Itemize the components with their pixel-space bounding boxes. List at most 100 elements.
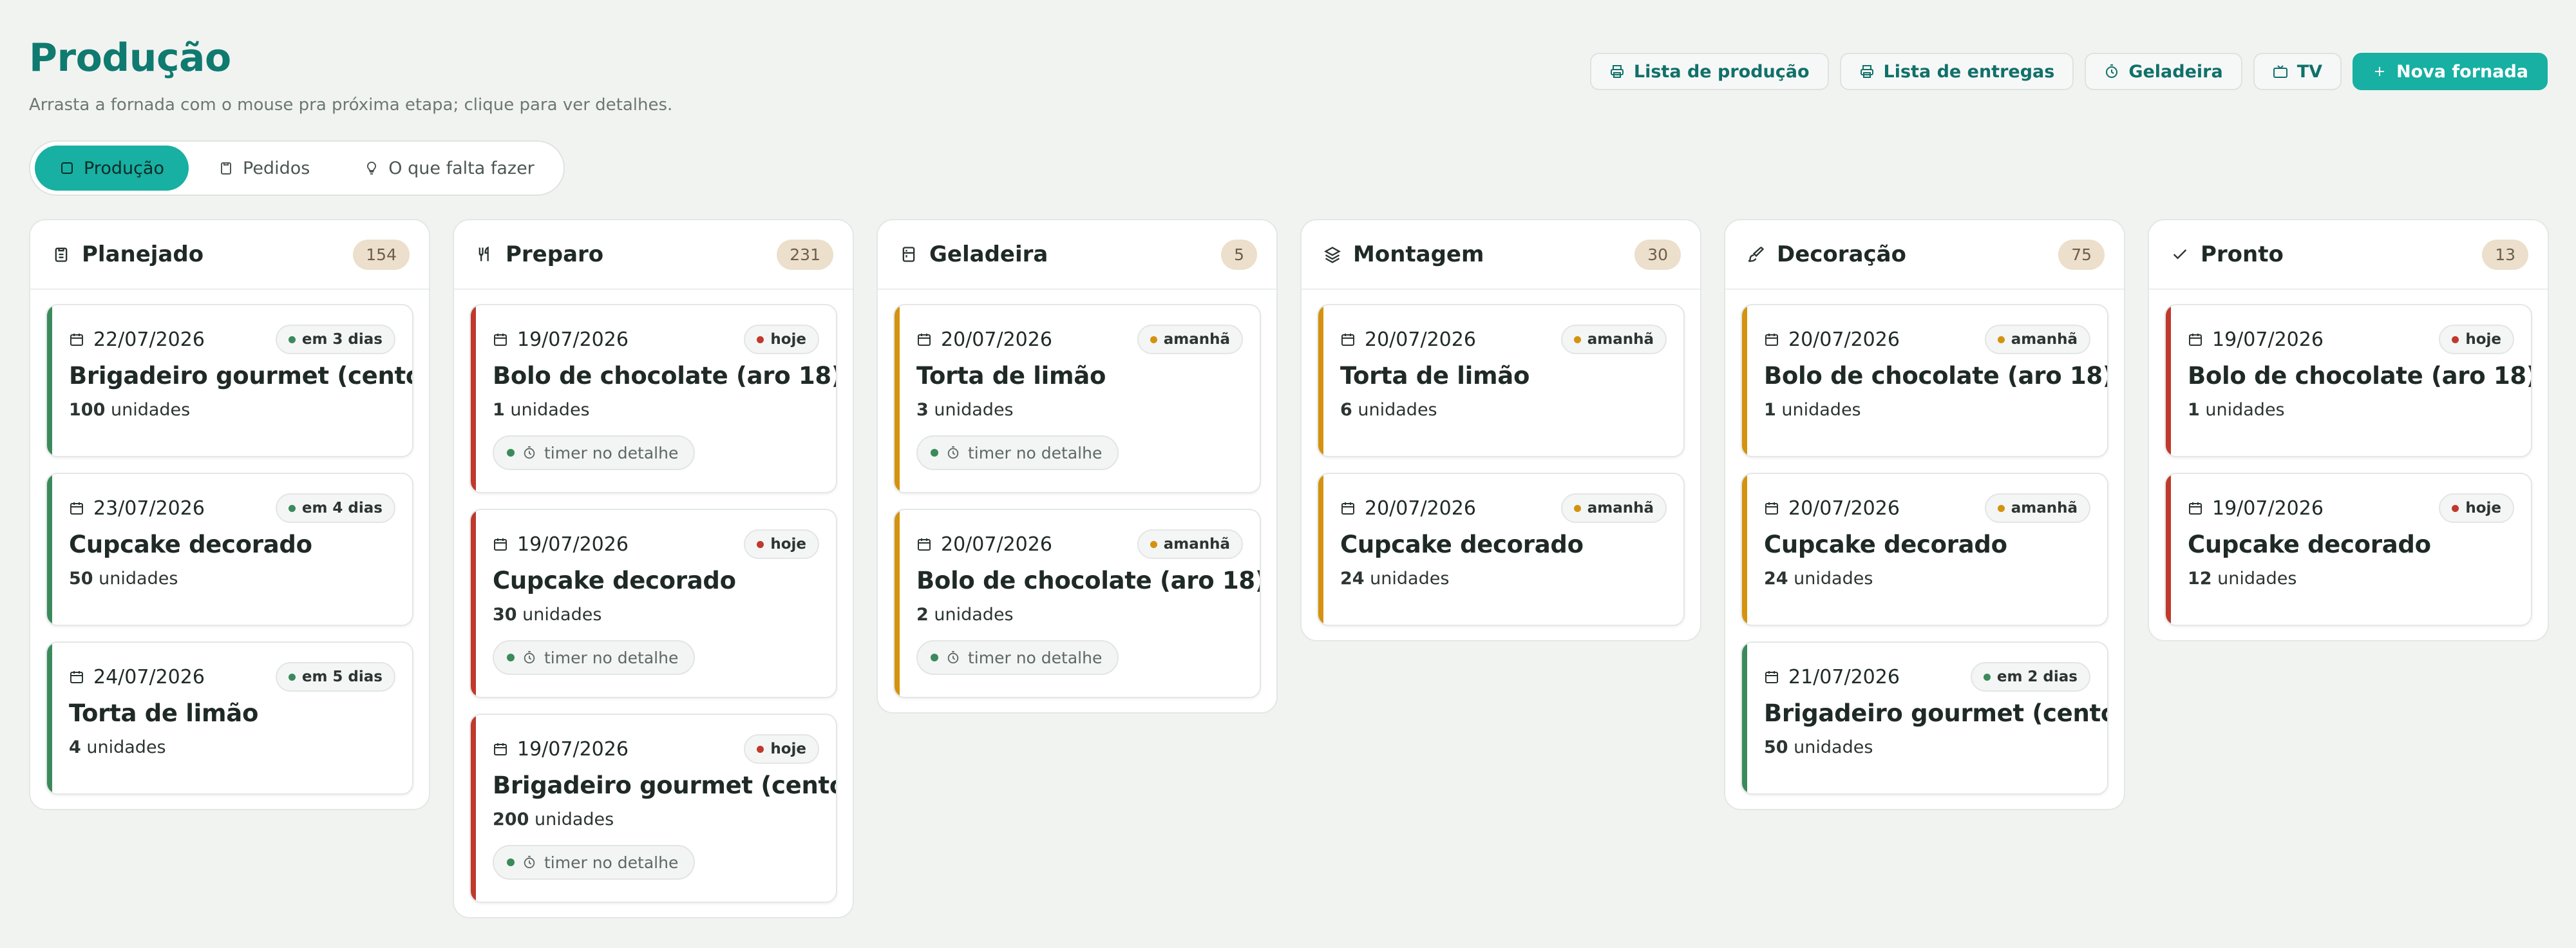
due-badge: amanhã	[1984, 493, 2090, 523]
column-title: Planejado	[82, 242, 204, 267]
tv-icon	[2273, 65, 2287, 78]
timer-chip[interactable]: timer no detalhe	[493, 640, 696, 675]
column-title: Geladeira	[929, 242, 1048, 267]
quantity-unit: unidades	[934, 605, 1014, 625]
due-badge-label: em 4 dias	[301, 500, 383, 517]
due-badge-label: em 5 dias	[301, 668, 383, 685]
quantity-unit: unidades	[510, 400, 590, 420]
deliveries-list-button[interactable]: Lista de entregas	[1839, 53, 2074, 90]
fridge-button[interactable]: Geladeira	[2085, 53, 2242, 90]
header-actions: Lista de produção Lista de entregas Gela…	[1589, 53, 2548, 90]
card-date-row: 20/07/2026 amanhã	[916, 325, 1243, 354]
utensils-icon	[478, 246, 489, 261]
card-list: 20/07/2026 amanhã Torta de limão 3 unida…	[878, 290, 1276, 698]
quantity-unit: unidades	[1794, 569, 1873, 589]
tab-label: Pedidos	[243, 158, 310, 178]
calendar-icon	[1765, 502, 1778, 515]
card-quantity: 6 unidades	[1340, 400, 1667, 420]
batch-card[interactable]: 20/07/2026 amanhã Torta de limão 6 unida…	[1317, 304, 1685, 457]
timer-chip[interactable]: timer no detalhe	[916, 435, 1119, 470]
card-date: 19/07/2026	[2212, 497, 2324, 520]
batch-card[interactable]: 20/07/2026 amanhã Cupcake decorado 24 un…	[1317, 473, 1685, 626]
quantity-value: 2	[916, 605, 929, 625]
tab-o-que-falta[interactable]: O que falta fazer	[339, 146, 558, 191]
card-product-name: Cupcake decorado	[69, 531, 312, 558]
card-date: 20/07/2026	[1788, 497, 1900, 520]
column-header: Decoração 75	[1725, 220, 2124, 290]
new-batch-button[interactable]: Nova fornada	[2353, 53, 2548, 90]
card-product-name: Cupcake decorado	[1764, 531, 2007, 558]
column-count-badge: 231	[777, 239, 833, 270]
quantity-unit: unidades	[1358, 400, 1437, 420]
calendar-icon	[70, 671, 83, 683]
card-quantity: 1 unidades	[493, 400, 819, 420]
tv-button[interactable]: TV	[2253, 53, 2342, 90]
quantity-value: 12	[2188, 569, 2212, 589]
batch-card[interactable]: 20/07/2026 amanhã Bolo de chocolate (aro…	[1741, 304, 2108, 457]
quantity-value: 200	[493, 810, 529, 830]
column-header: Geladeira 5	[878, 220, 1276, 290]
batch-card[interactable]: 19/07/2026 hoje Cupcake decorado 12 unid…	[2164, 473, 2532, 626]
due-badge-label: hoje	[2465, 331, 2501, 348]
timer-label: timer no detalhe	[544, 648, 679, 667]
quantity-unit: unidades	[110, 400, 191, 420]
brush-icon	[1748, 247, 1765, 262]
production-list-button[interactable]: Lista de produção	[1589, 53, 1829, 90]
due-badge-label: amanhã	[2011, 331, 2078, 348]
timer-chip[interactable]: timer no detalhe	[916, 640, 1119, 675]
batch-card[interactable]: 19/07/2026 hoje Brigadeiro gourmet (cent…	[469, 714, 837, 903]
batch-card[interactable]: 19/07/2026 hoje Cupcake decorado 30 unid…	[469, 509, 837, 698]
card-product-name: Brigadeiro gourmet (cento)	[493, 772, 837, 799]
column-decoração: Decoração 75 20/07/2026 amanhã Bolo de c…	[1724, 219, 2125, 810]
quantity-value: 50	[1764, 737, 1788, 757]
status-dot	[1573, 504, 1581, 512]
card-date: 20/07/2026	[1788, 328, 1900, 351]
timer-icon	[524, 446, 535, 459]
due-badge-label: amanhã	[1163, 331, 1230, 348]
batch-card[interactable]: 19/07/2026 hoje Bolo de chocolate (aro 1…	[2164, 304, 2532, 457]
timer-status-dot	[931, 654, 938, 661]
timer-chip[interactable]: timer no detalhe	[493, 845, 696, 880]
quantity-value: 1	[2188, 400, 2200, 420]
batch-card[interactable]: 20/07/2026 amanhã Cupcake decorado 24 un…	[1741, 473, 2108, 626]
tab-label: O que falta fazer	[388, 158, 535, 178]
plus-icon	[2375, 67, 2385, 76]
status-dot	[288, 336, 296, 343]
column-geladeira: Geladeira 5 20/07/2026 amanhã Torta de l…	[876, 219, 1278, 714]
card-date-row: 19/07/2026 hoje	[2188, 493, 2514, 523]
batch-card[interactable]: 20/07/2026 amanhã Bolo de chocolate (aro…	[893, 509, 1261, 698]
card-quantity: 1 unidades	[2188, 400, 2514, 420]
batch-card[interactable]: 23/07/2026 em 4 dias Cupcake decorado 50…	[46, 473, 413, 626]
calendar-icon	[494, 334, 507, 346]
tab-producao[interactable]: Produção	[35, 146, 189, 191]
due-badge: hoje	[2439, 493, 2514, 523]
quantity-value: 30	[493, 605, 517, 625]
due-badge-label: em 3 dias	[301, 331, 383, 348]
page-title: Produção	[29, 35, 231, 81]
batch-card[interactable]: 20/07/2026 amanhã Torta de limão 3 unida…	[893, 304, 1261, 493]
timer-chip[interactable]: timer no detalhe	[493, 435, 696, 470]
batch-card[interactable]: 19/07/2026 hoje Bolo de chocolate (aro 1…	[469, 304, 837, 493]
card-date: 20/07/2026	[941, 533, 1052, 556]
batch-card[interactable]: 21/07/2026 em 2 dias Brigadeiro gourmet …	[1741, 641, 2108, 795]
card-date-row: 19/07/2026 hoje	[493, 325, 819, 354]
due-badge: amanhã	[1984, 325, 2090, 354]
card-date-row: 22/07/2026 em 3 dias	[69, 325, 395, 354]
column-count-badge: 30	[1634, 239, 1681, 270]
batch-card[interactable]: 24/07/2026 em 5 dias Torta de limão 4 un…	[46, 641, 413, 795]
quantity-value: 1	[1764, 400, 1776, 420]
quantity-unit: unidades	[534, 810, 614, 830]
due-badge-label: hoje	[770, 331, 806, 348]
column-header: Pronto 13	[2149, 220, 2548, 290]
tab-pedidos[interactable]: Pedidos	[194, 146, 334, 191]
batch-card[interactable]: 22/07/2026 em 3 dias Brigadeiro gourmet …	[46, 304, 413, 457]
new-batch-label: Nova fornada	[2396, 61, 2528, 82]
due-badge: em 2 dias	[1970, 662, 2090, 692]
column-count-badge: 5	[1221, 239, 1257, 270]
timer-icon	[2106, 64, 2118, 78]
card-date: 19/07/2026	[2212, 328, 2324, 351]
calendar-icon	[2189, 334, 2202, 346]
due-badge-label: amanhã	[2011, 500, 2078, 517]
due-badge-label: hoje	[2465, 500, 2501, 517]
status-dot	[757, 336, 764, 343]
